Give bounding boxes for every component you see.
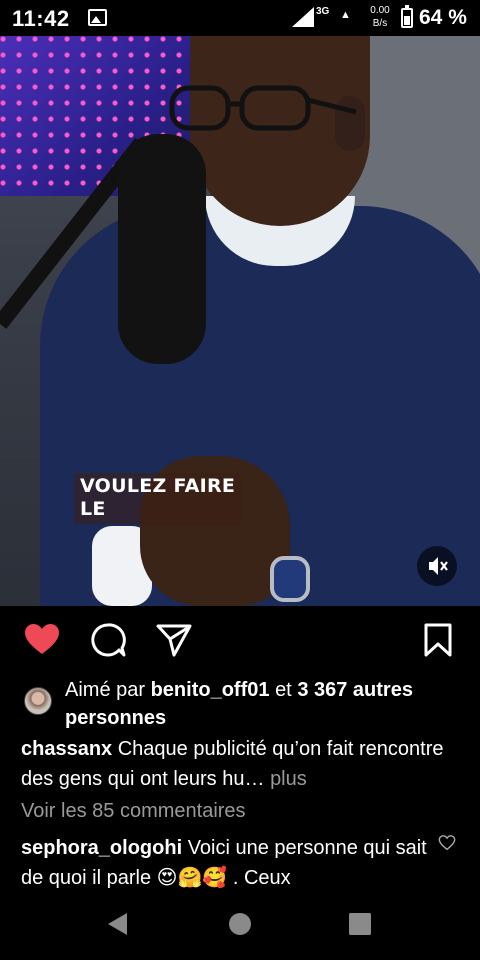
battery-icon	[401, 5, 413, 28]
paper-plane-icon[interactable]	[154, 620, 194, 660]
glasses-shape	[169, 85, 357, 131]
mute-button[interactable]	[417, 546, 457, 586]
caption-more-link[interactable]: plus	[270, 768, 307, 790]
caption-username[interactable]: chassanx	[21, 738, 112, 760]
network-speed-unit: B/s	[372, 18, 388, 29]
network-speed: 0.00 B/s	[366, 4, 394, 30]
network-type: 3G	[316, 6, 330, 17]
likes-summary[interactable]: Aimé par benito_off01 et 3 367 autres pe…	[65, 676, 455, 732]
network-speed-value: 0.00	[370, 5, 390, 16]
post-caption: chassanx Chaque publicité qu’on fait ren…	[21, 734, 461, 794]
battery-fill	[404, 16, 410, 25]
comment-like-icon[interactable]	[438, 834, 456, 852]
status-bar: 11:42 3G ▲ 0.00 B/s 64 %	[0, 0, 480, 36]
wristwatch	[270, 556, 310, 602]
liker-username[interactable]: benito_off01	[151, 679, 270, 701]
comment-username[interactable]: sephora_ologohi	[21, 837, 182, 859]
likes-prefix: Aimé par	[65, 679, 146, 701]
microphone	[118, 134, 206, 364]
comment-preview: sephora_ologohi Voici une personne qui s…	[21, 833, 431, 893]
back-triangle-icon[interactable]	[108, 913, 127, 935]
status-time: 11:42	[12, 6, 70, 31]
speaker-muted-icon	[429, 557, 448, 575]
system-nav-bar	[0, 890, 480, 960]
bookmark-icon[interactable]	[418, 620, 458, 660]
likes-connector: et	[275, 679, 292, 701]
reel-video[interactable]: VOULEZ FAIRE LE	[0, 36, 480, 606]
recents-square-icon[interactable]	[349, 913, 371, 935]
view-comments-link[interactable]: Voir les 85 commentaires	[21, 800, 246, 823]
liker-avatar[interactable]	[24, 687, 52, 715]
battery-percent: 64 %	[419, 6, 467, 29]
heart-filled-icon[interactable]	[22, 620, 62, 660]
post-actions	[0, 606, 480, 676]
home-circle-icon[interactable]	[229, 913, 251, 935]
signal-icon	[292, 7, 314, 27]
video-caption-text: VOULEZ FAIRE LE	[80, 475, 236, 520]
video-caption-box: VOULEZ FAIRE LE	[74, 473, 242, 524]
comment-bubble-icon[interactable]	[88, 620, 128, 660]
data-activity-icon: ▲	[340, 9, 351, 21]
gallery-notification-icon	[88, 9, 107, 26]
